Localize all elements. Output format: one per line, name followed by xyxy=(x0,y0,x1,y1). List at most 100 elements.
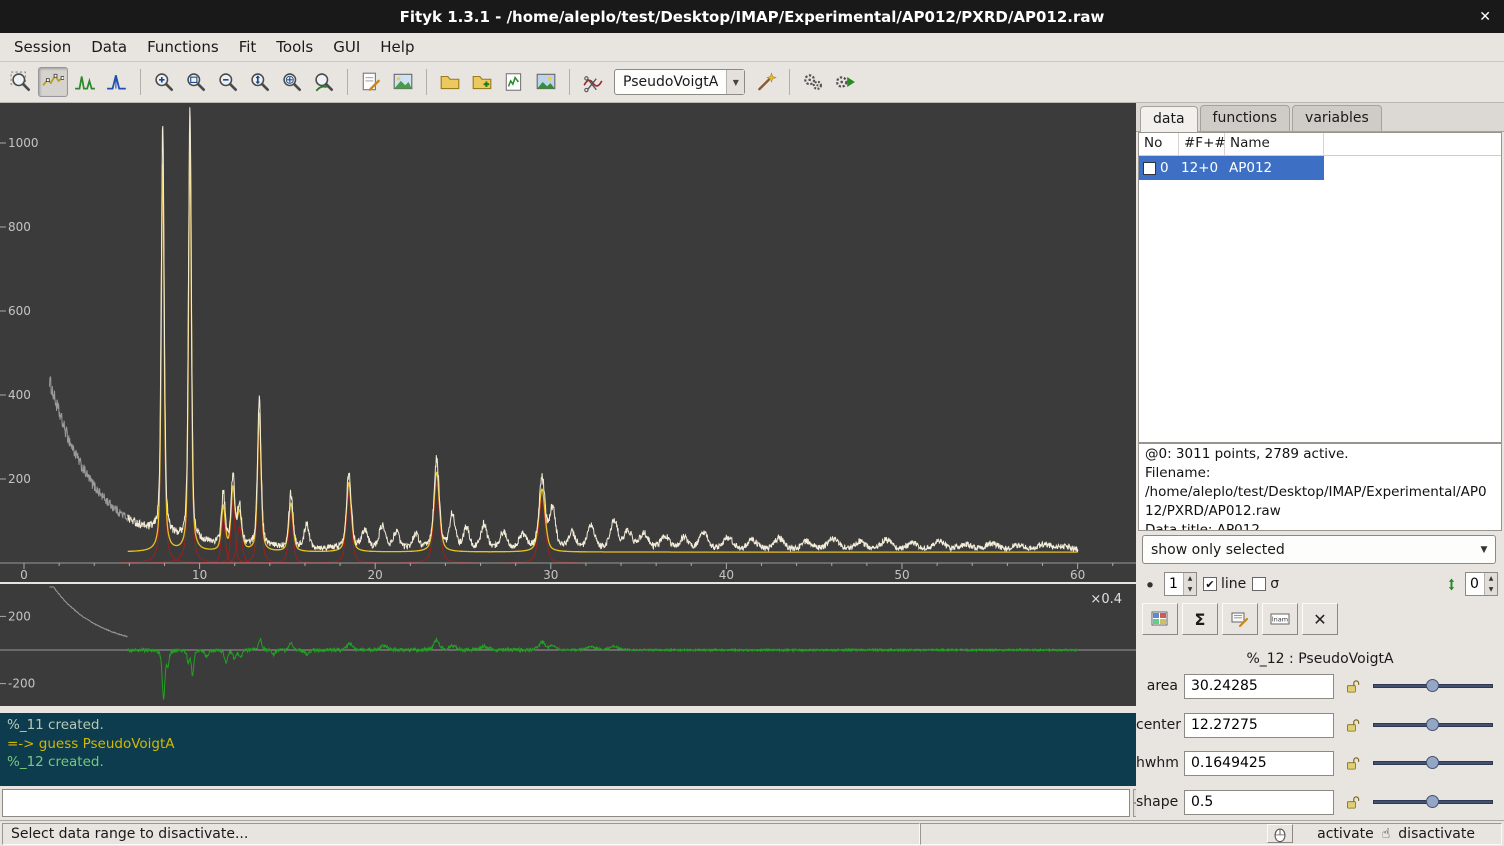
zoom-vert-button[interactable] xyxy=(245,67,275,97)
menu-functions[interactable]: Functions xyxy=(137,34,229,60)
open-data-button[interactable] xyxy=(467,67,497,97)
residual-plot[interactable]: 200-200 ×0.4 xyxy=(0,584,1136,706)
dataset-table-button[interactable] xyxy=(1142,603,1178,635)
chevron-down-icon: ▼ xyxy=(726,70,744,94)
toolbar-separator xyxy=(347,69,348,95)
picture-icon xyxy=(535,71,557,93)
run-fit-button[interactable] xyxy=(830,67,860,97)
close-icon[interactable]: ✕ xyxy=(1479,0,1491,33)
chevron-down-icon: ▼ xyxy=(1473,536,1495,563)
zoom-prev-button[interactable] xyxy=(181,67,211,97)
range-mode-button[interactable] xyxy=(38,67,68,97)
settings-button[interactable] xyxy=(798,67,828,97)
dataset-info: @0: 3011 points, 2789 active.Filename: /… xyxy=(1138,443,1502,531)
svg-text:600: 600 xyxy=(8,304,31,318)
folder-icon xyxy=(439,71,461,93)
wand-icon xyxy=(755,71,777,93)
zoom-in-button[interactable] xyxy=(149,67,179,97)
menu-fit[interactable]: Fit xyxy=(229,34,267,60)
activate-hint: activate xyxy=(1317,826,1374,842)
svg-text:50: 50 xyxy=(894,568,909,582)
lock-icon-shape[interactable] xyxy=(1343,794,1363,811)
param-input-center[interactable] xyxy=(1184,713,1334,738)
param-input-hwhm[interactable] xyxy=(1184,751,1334,776)
delete-button[interactable]: ✕ xyxy=(1302,603,1338,635)
shift-stepper[interactable]: ▲▼ xyxy=(1465,572,1498,596)
add-function-mode-button[interactable] xyxy=(102,67,132,97)
dataset-name: AP012 xyxy=(1224,160,1272,176)
lock-icon-area[interactable] xyxy=(1343,678,1363,695)
main-plot[interactable]: 01020304050602004006008001000 xyxy=(0,103,1136,582)
gears-icon xyxy=(802,71,824,93)
mouse-hints-button[interactable] xyxy=(1267,824,1293,843)
zoom-out-button[interactable] xyxy=(213,67,243,97)
add-peak-mode-button[interactable] xyxy=(70,67,100,97)
filter-dropdown[interactable]: show only selected ▼ xyxy=(1142,535,1496,564)
info-line: Data title: AP012 xyxy=(1145,521,1495,531)
svg-text:lnam: lnam xyxy=(1272,616,1288,624)
info-line: Filename: /home/aleplo/test/Desktop/IMAP… xyxy=(1145,464,1495,521)
open-session-button[interactable] xyxy=(435,67,465,97)
tab-functions[interactable]: functions xyxy=(1200,105,1290,131)
function-type-combo[interactable]: PseudoVoigtA▼ xyxy=(614,69,745,95)
menu-gui[interactable]: GUI xyxy=(323,34,370,60)
svg-text:800: 800 xyxy=(8,220,31,234)
menu-tools[interactable]: Tools xyxy=(266,34,323,60)
shift-icon xyxy=(1444,576,1459,593)
zoom-undo-button[interactable] xyxy=(309,67,339,97)
save-image-button[interactable] xyxy=(531,67,561,97)
param-slider-center[interactable] xyxy=(1373,716,1493,734)
menu-help[interactable]: Help xyxy=(370,34,424,60)
tab-variables[interactable]: variables xyxy=(1292,105,1382,131)
plot-style-controls: ▲▼ ✔ line σ ▲▼ xyxy=(1142,569,1498,599)
hand-cursor-icon: ☝ xyxy=(1382,826,1391,842)
zoom-mode-button[interactable] xyxy=(6,67,36,97)
console-line: %_11 created. xyxy=(7,716,1129,735)
toolbar-separator xyxy=(426,69,427,95)
param-input-shape[interactable] xyxy=(1184,790,1334,815)
svg-text:200: 200 xyxy=(8,609,31,623)
function-type-value: PseudoVoigtA xyxy=(615,74,726,90)
rename-button[interactable]: lnam xyxy=(1262,603,1298,635)
dataset-checkbox[interactable] xyxy=(1143,162,1156,175)
param-input-area[interactable] xyxy=(1184,674,1334,699)
param-slider-hwhm[interactable] xyxy=(1373,754,1493,772)
dataset-row[interactable]: 012+0AP012 xyxy=(1139,156,1324,180)
title-bar: Fityk 1.3.1 - /home/aleplo/test/Desktop/… xyxy=(0,0,1504,33)
aux-scale-label: ×0.4 xyxy=(1090,592,1122,607)
status-mouse-hints: activate ☝ disactivate xyxy=(920,823,1502,845)
param-slider-shape[interactable] xyxy=(1373,793,1493,811)
magnifier-minus-icon xyxy=(217,71,239,93)
param-row-area: area xyxy=(1136,671,1504,701)
shift-value[interactable] xyxy=(1466,573,1484,595)
sum-button[interactable]: Σ xyxy=(1182,603,1218,635)
save-plot-button[interactable] xyxy=(499,67,529,97)
zoom-all-button[interactable] xyxy=(277,67,307,97)
transform-button[interactable] xyxy=(1222,603,1258,635)
edit-script-button[interactable] xyxy=(356,67,386,97)
svg-text:60: 60 xyxy=(1070,568,1085,582)
edit-pencil-icon xyxy=(1230,609,1250,629)
point-size-stepper[interactable]: ▲▼ xyxy=(1164,572,1197,596)
point-size-value[interactable] xyxy=(1165,573,1183,595)
function-title: %_12 : PseudoVoigtA xyxy=(1136,651,1504,667)
toolbar-separator xyxy=(140,69,141,95)
strip-background-button[interactable] xyxy=(578,67,608,97)
svg-text:40: 40 xyxy=(719,568,734,582)
sigma-checkbox[interactable] xyxy=(1252,577,1266,591)
auto-add-peak-button[interactable] xyxy=(751,67,781,97)
menu-data[interactable]: Data xyxy=(81,34,137,60)
param-slider-area[interactable] xyxy=(1373,677,1493,695)
svg-text:30: 30 xyxy=(543,568,558,582)
menu-session[interactable]: Session xyxy=(4,34,81,60)
disactivate-hint: disactivate xyxy=(1398,826,1475,842)
gui-dialog-button[interactable] xyxy=(388,67,418,97)
dataset-list[interactable]: No#F+#Name 012+0AP012 xyxy=(1138,132,1502,443)
magnifier-undo-icon xyxy=(313,71,335,93)
command-input[interactable] xyxy=(2,789,1130,817)
lock-icon-center[interactable] xyxy=(1343,717,1363,734)
tab-data[interactable]: data xyxy=(1140,106,1198,132)
toolbar: PseudoVoigtA▼ xyxy=(0,62,1504,103)
lock-icon-hwhm[interactable] xyxy=(1343,755,1363,772)
line-checkbox[interactable]: ✔ xyxy=(1203,577,1217,591)
